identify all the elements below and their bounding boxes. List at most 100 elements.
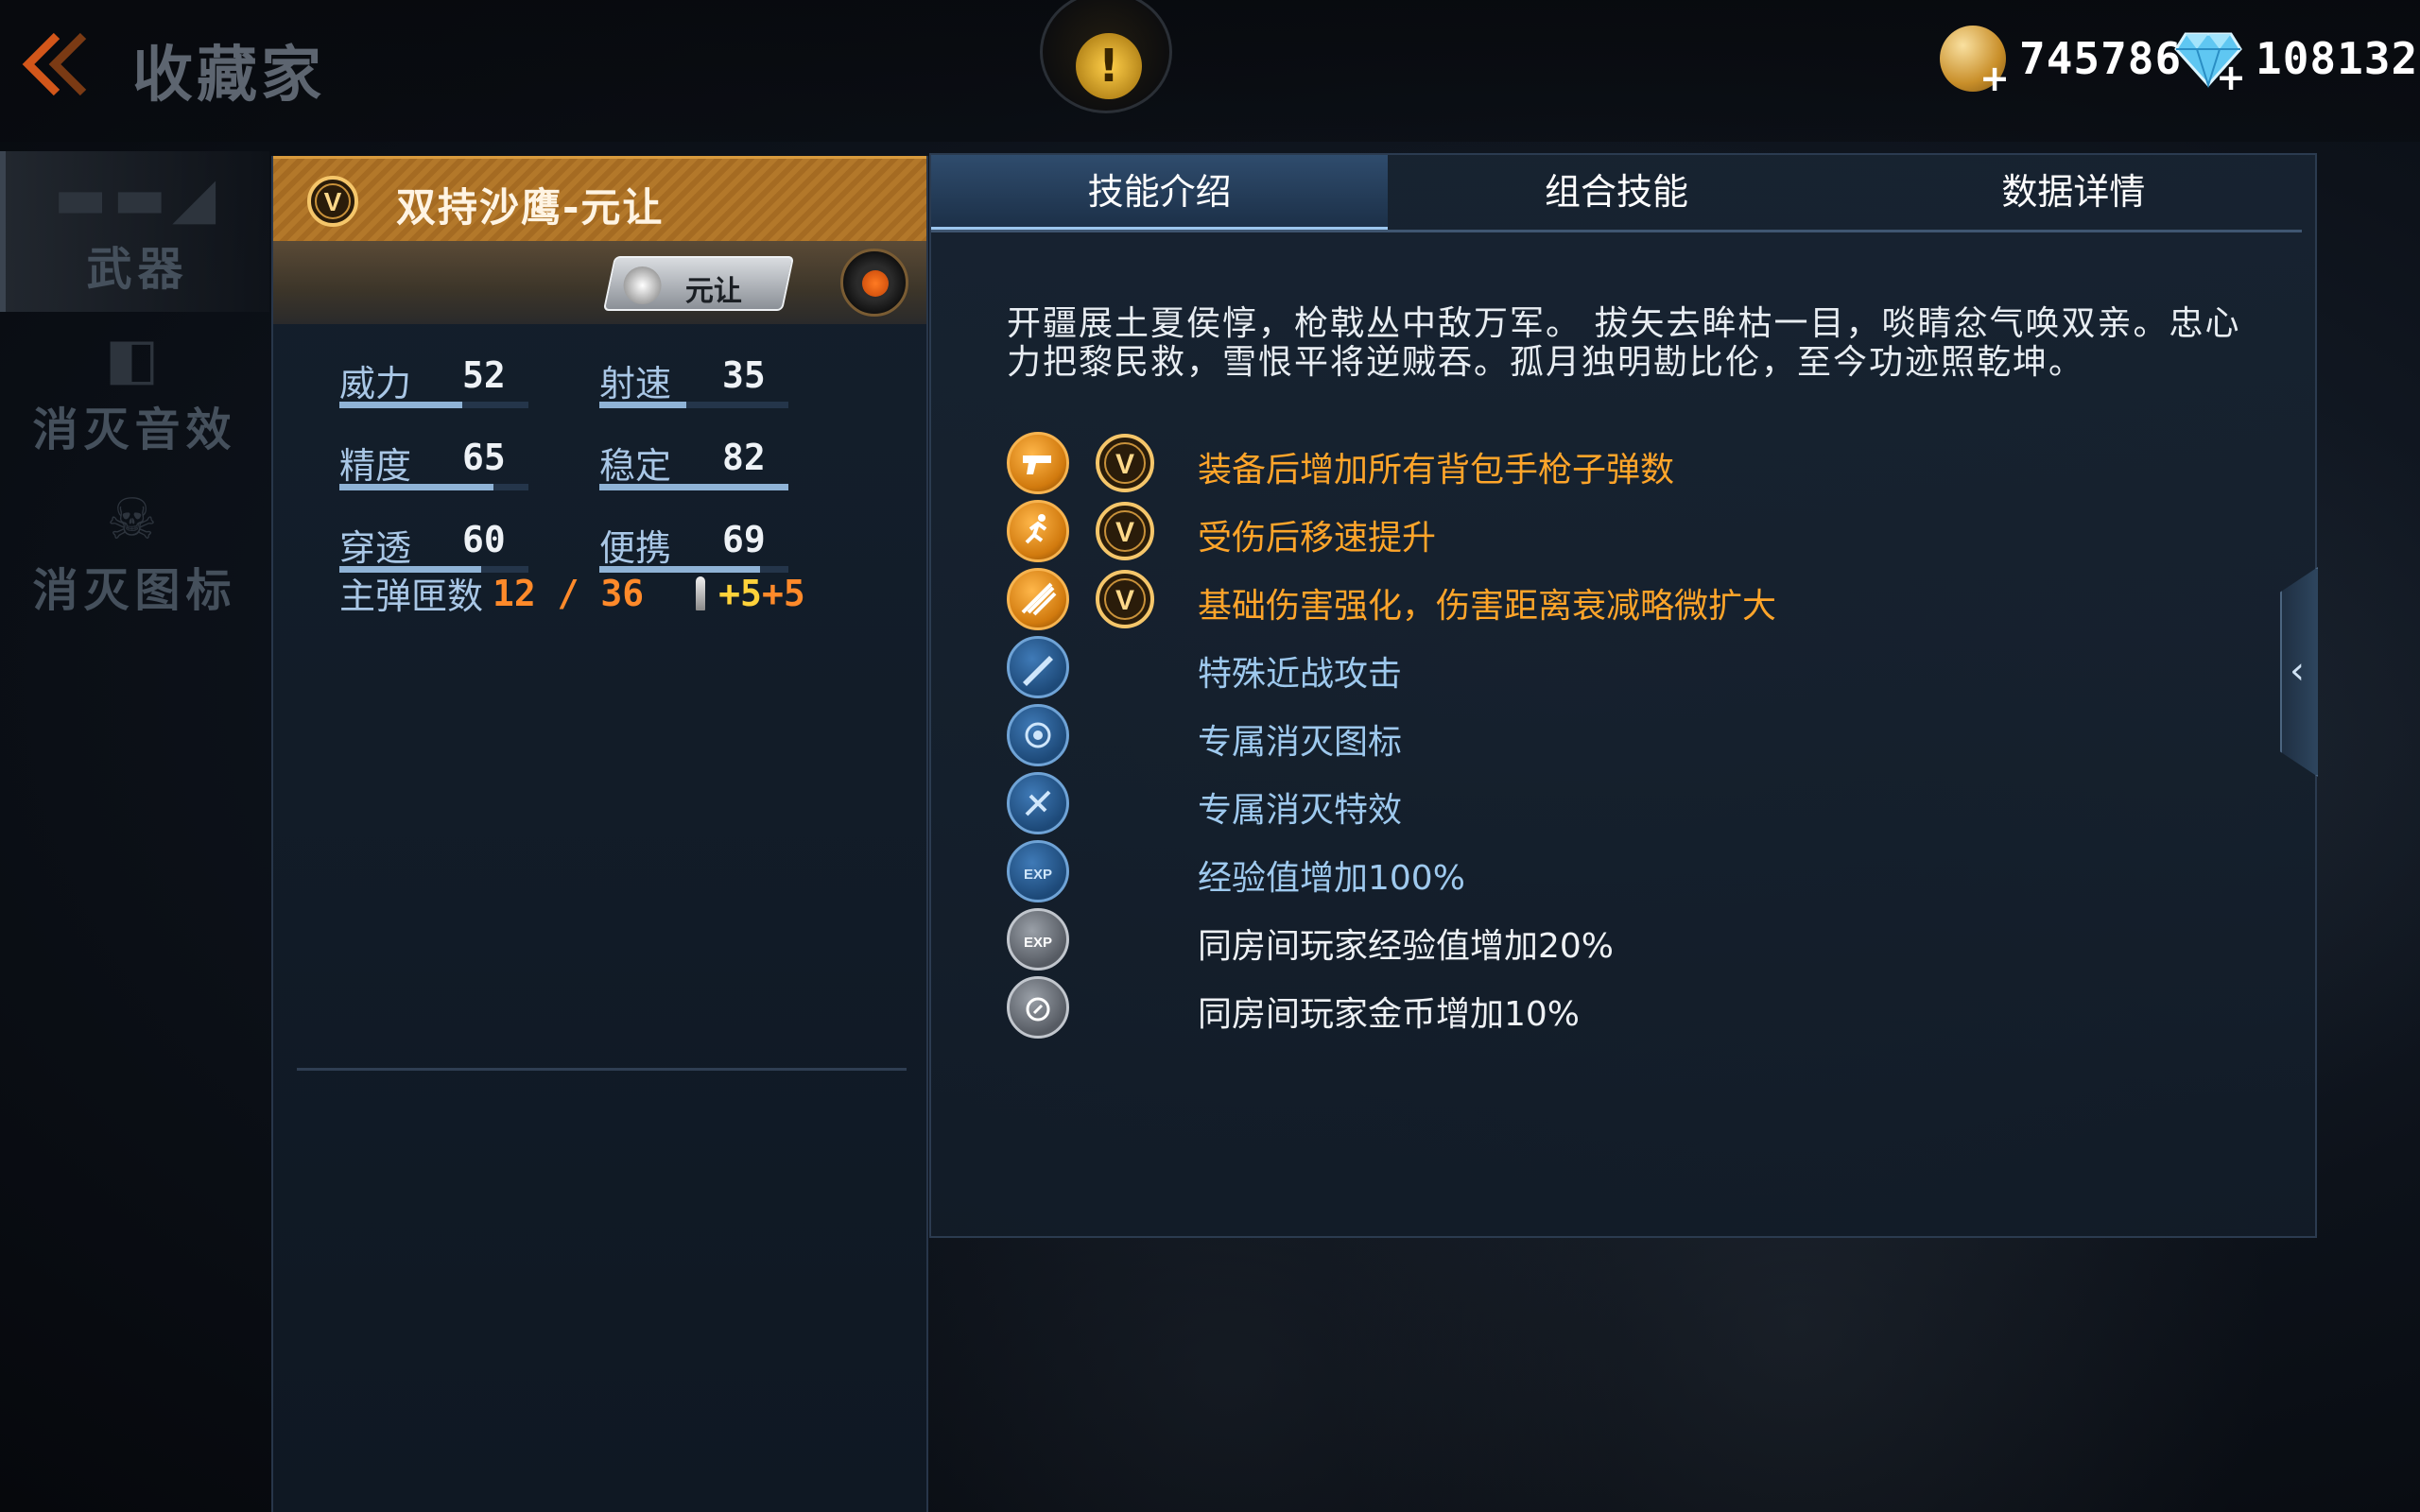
v-rank-icon: V bbox=[1096, 570, 1154, 628]
sidebar-item-kill-icons[interactable]: ☠ 消灭图标 bbox=[0, 472, 269, 633]
skill-text: 专属消灭图标 bbox=[1198, 723, 1403, 762]
skill-row: 同房间玩家金币增加10% bbox=[1007, 973, 2255, 1041]
collapse-panel-button[interactable]: ‹ bbox=[2280, 567, 2318, 777]
exclamation-icon: ! bbox=[1076, 33, 1142, 99]
weapon-header: V 双持沙鹰-元让 bbox=[273, 156, 926, 241]
stat-value: 69 bbox=[722, 519, 766, 560]
skill-row: EXP 经验值增加100% bbox=[1007, 837, 2255, 905]
stat-bar-fill bbox=[339, 484, 493, 490]
svg-text:V: V bbox=[1115, 449, 1134, 480]
stat-label: 便携 bbox=[599, 527, 672, 569]
skill-row: V 基础伤害强化，伤害距离衰减略微扩大 bbox=[1007, 565, 2255, 633]
stat-label: 威力 bbox=[339, 363, 412, 404]
weapon-subheader: 元让 bbox=[273, 241, 926, 324]
category-sidebar: ▬▬◢ 武器 ◧ 消灭音效 ☠ 消灭图标 bbox=[0, 151, 269, 633]
stat-power: 威力 52 bbox=[339, 354, 528, 411]
skill-row: 专属消灭特效 bbox=[1007, 769, 2255, 837]
ammo-bonus-secondary: +5 bbox=[761, 572, 805, 614]
empty-rank-slot bbox=[1094, 908, 1156, 971]
room-coin-icon bbox=[1007, 976, 1069, 1039]
tab-skill-intro[interactable]: 技能介绍 bbox=[931, 155, 1389, 230]
skill-row: 特殊近战攻击 bbox=[1007, 633, 2255, 701]
empty-rank-slot bbox=[1094, 636, 1156, 698]
coin-counter[interactable]: 745786 bbox=[1940, 21, 2182, 99]
magazine-label: 主弹匣数 bbox=[339, 576, 484, 617]
weapon-tag-label: 元让 bbox=[684, 275, 742, 308]
stat-bar-fill bbox=[339, 402, 462, 408]
pistol-icon bbox=[1007, 432, 1069, 494]
stat-value: 52 bbox=[462, 354, 506, 396]
bullet-type-icon[interactable] bbox=[840, 249, 908, 317]
skill-text: 同房间玩家金币增加10% bbox=[1198, 995, 1581, 1034]
skill-list: V 装备后增加所有背包手枪子弹数 V 受伤后移速提升 V 基础伤害强化，伤害距离… bbox=[1007, 429, 2255, 1041]
running-man-icon bbox=[1007, 500, 1069, 562]
weapon-name: 双持沙鹰-元让 bbox=[396, 184, 665, 231]
weapon-description: 开疆展土夏侯惇，枪戟丛中敌万军。 拔矢去眸枯一目，啖睛忿气唤双亲。忠心力把黎民救… bbox=[1007, 304, 2241, 382]
stat-value: 35 bbox=[722, 354, 766, 396]
skill-text: 专属消灭特效 bbox=[1198, 791, 1403, 830]
skill-detail-panel: 技能介绍 组合技能 数据详情 开疆展土夏侯惇，枪戟丛中敌万军。 拔矢去眸枯一目，… bbox=[929, 153, 2317, 1238]
emblem-icon bbox=[623, 266, 662, 304]
magazine-value: 12 / 36 bbox=[493, 572, 645, 614]
back-arrow-icon bbox=[22, 32, 87, 96]
stat-fire-rate: 射速 35 bbox=[599, 354, 788, 411]
skill-text: 特殊近战攻击 bbox=[1198, 655, 1403, 694]
top-bar: 收藏家 ! 745786 108132 bbox=[0, 0, 2420, 142]
magazine-info: 主弹匣数 12 / 36 +5 +5 bbox=[339, 567, 805, 619]
rifle-icon: ▬▬◢ bbox=[53, 165, 222, 232]
stat-label: 穿透 bbox=[339, 527, 412, 569]
v-rank-icon: V bbox=[1096, 434, 1154, 492]
skill-row: V 受伤后移速提升 bbox=[1007, 497, 2255, 565]
stat-value: 82 bbox=[722, 437, 766, 478]
stat-bar-fill bbox=[599, 484, 788, 490]
damage-icon bbox=[1007, 568, 1069, 630]
stat-value: 60 bbox=[462, 519, 506, 560]
kill-icon-icon bbox=[1007, 704, 1069, 766]
skill-text: 受伤后移速提升 bbox=[1198, 519, 1437, 558]
v-rank-icon: V bbox=[306, 175, 359, 232]
speaker-icon: ◧ bbox=[105, 326, 164, 392]
stat-accuracy: 精度 65 bbox=[339, 437, 528, 493]
svg-text:V: V bbox=[1115, 585, 1134, 616]
diamond-counter[interactable]: 108132 bbox=[2174, 21, 2419, 98]
gold-coin-icon bbox=[1940, 26, 2010, 99]
diamond-icon bbox=[2174, 28, 2246, 98]
sidebar-item-label: 消灭音效 bbox=[32, 404, 237, 456]
skill-row: V 装备后增加所有背包手枪子弹数 bbox=[1007, 429, 2255, 497]
skill-row: 专属消灭图标 bbox=[1007, 701, 2255, 769]
empty-rank-slot bbox=[1094, 976, 1156, 1039]
knife-icon bbox=[1007, 636, 1069, 698]
tab-data-details[interactable]: 数据详情 bbox=[1845, 155, 2302, 230]
sidebar-item-label: 武器 bbox=[86, 243, 189, 296]
room-exp-icon: EXP bbox=[1007, 908, 1069, 971]
skill-text: 基础伤害强化，伤害距离衰减略微扩大 bbox=[1198, 587, 1777, 626]
sidebar-item-kill-sounds[interactable]: ◧ 消灭音效 bbox=[0, 312, 269, 472]
chevron-left-icon: ‹ bbox=[2290, 649, 2305, 693]
tab-combo-skills[interactable]: 组合技能 bbox=[1388, 155, 1844, 230]
stat-stability: 稳定 82 bbox=[599, 437, 788, 493]
exp-icon: EXP bbox=[1007, 840, 1069, 902]
skull-wings-icon: ☠ bbox=[106, 487, 164, 553]
sidebar-item-weapons[interactable]: ▬▬◢ 武器 bbox=[0, 151, 269, 312]
empty-rank-slot bbox=[1094, 772, 1156, 834]
empty-rank-slot bbox=[1094, 704, 1156, 766]
weapon-info-panel: V 双持沙鹰-元让 元让 威力 52 射速 35 精度 65 稳定 82 穿透 … bbox=[271, 156, 928, 1512]
alert-button[interactable]: ! bbox=[1040, 0, 1172, 113]
svg-text:EXP: EXP bbox=[1024, 935, 1052, 951]
page-title: 收藏家 bbox=[132, 41, 325, 111]
sidebar-item-label: 消灭图标 bbox=[32, 564, 237, 617]
svg-text:V: V bbox=[1115, 517, 1134, 548]
v-rank-letter: V bbox=[324, 187, 342, 216]
tab-bar: 技能介绍 组合技能 数据详情 bbox=[931, 155, 2302, 232]
kill-effect-icon bbox=[1007, 772, 1069, 834]
v-rank-icon: V bbox=[1096, 502, 1154, 560]
skill-text: 经验值增加100% bbox=[1198, 859, 1465, 898]
stat-label: 射速 bbox=[599, 363, 672, 404]
ammo-bonus-primary: +5 bbox=[718, 572, 762, 614]
stat-value: 65 bbox=[462, 437, 506, 478]
weapon-tag-chip[interactable]: 元让 bbox=[602, 256, 795, 311]
diamond-amount: 108132 bbox=[2256, 33, 2419, 84]
skill-row: EXP 同房间玩家经验值增加20% bbox=[1007, 905, 2255, 973]
bullet-icon bbox=[696, 576, 706, 610]
back-button[interactable] bbox=[11, 26, 96, 102]
